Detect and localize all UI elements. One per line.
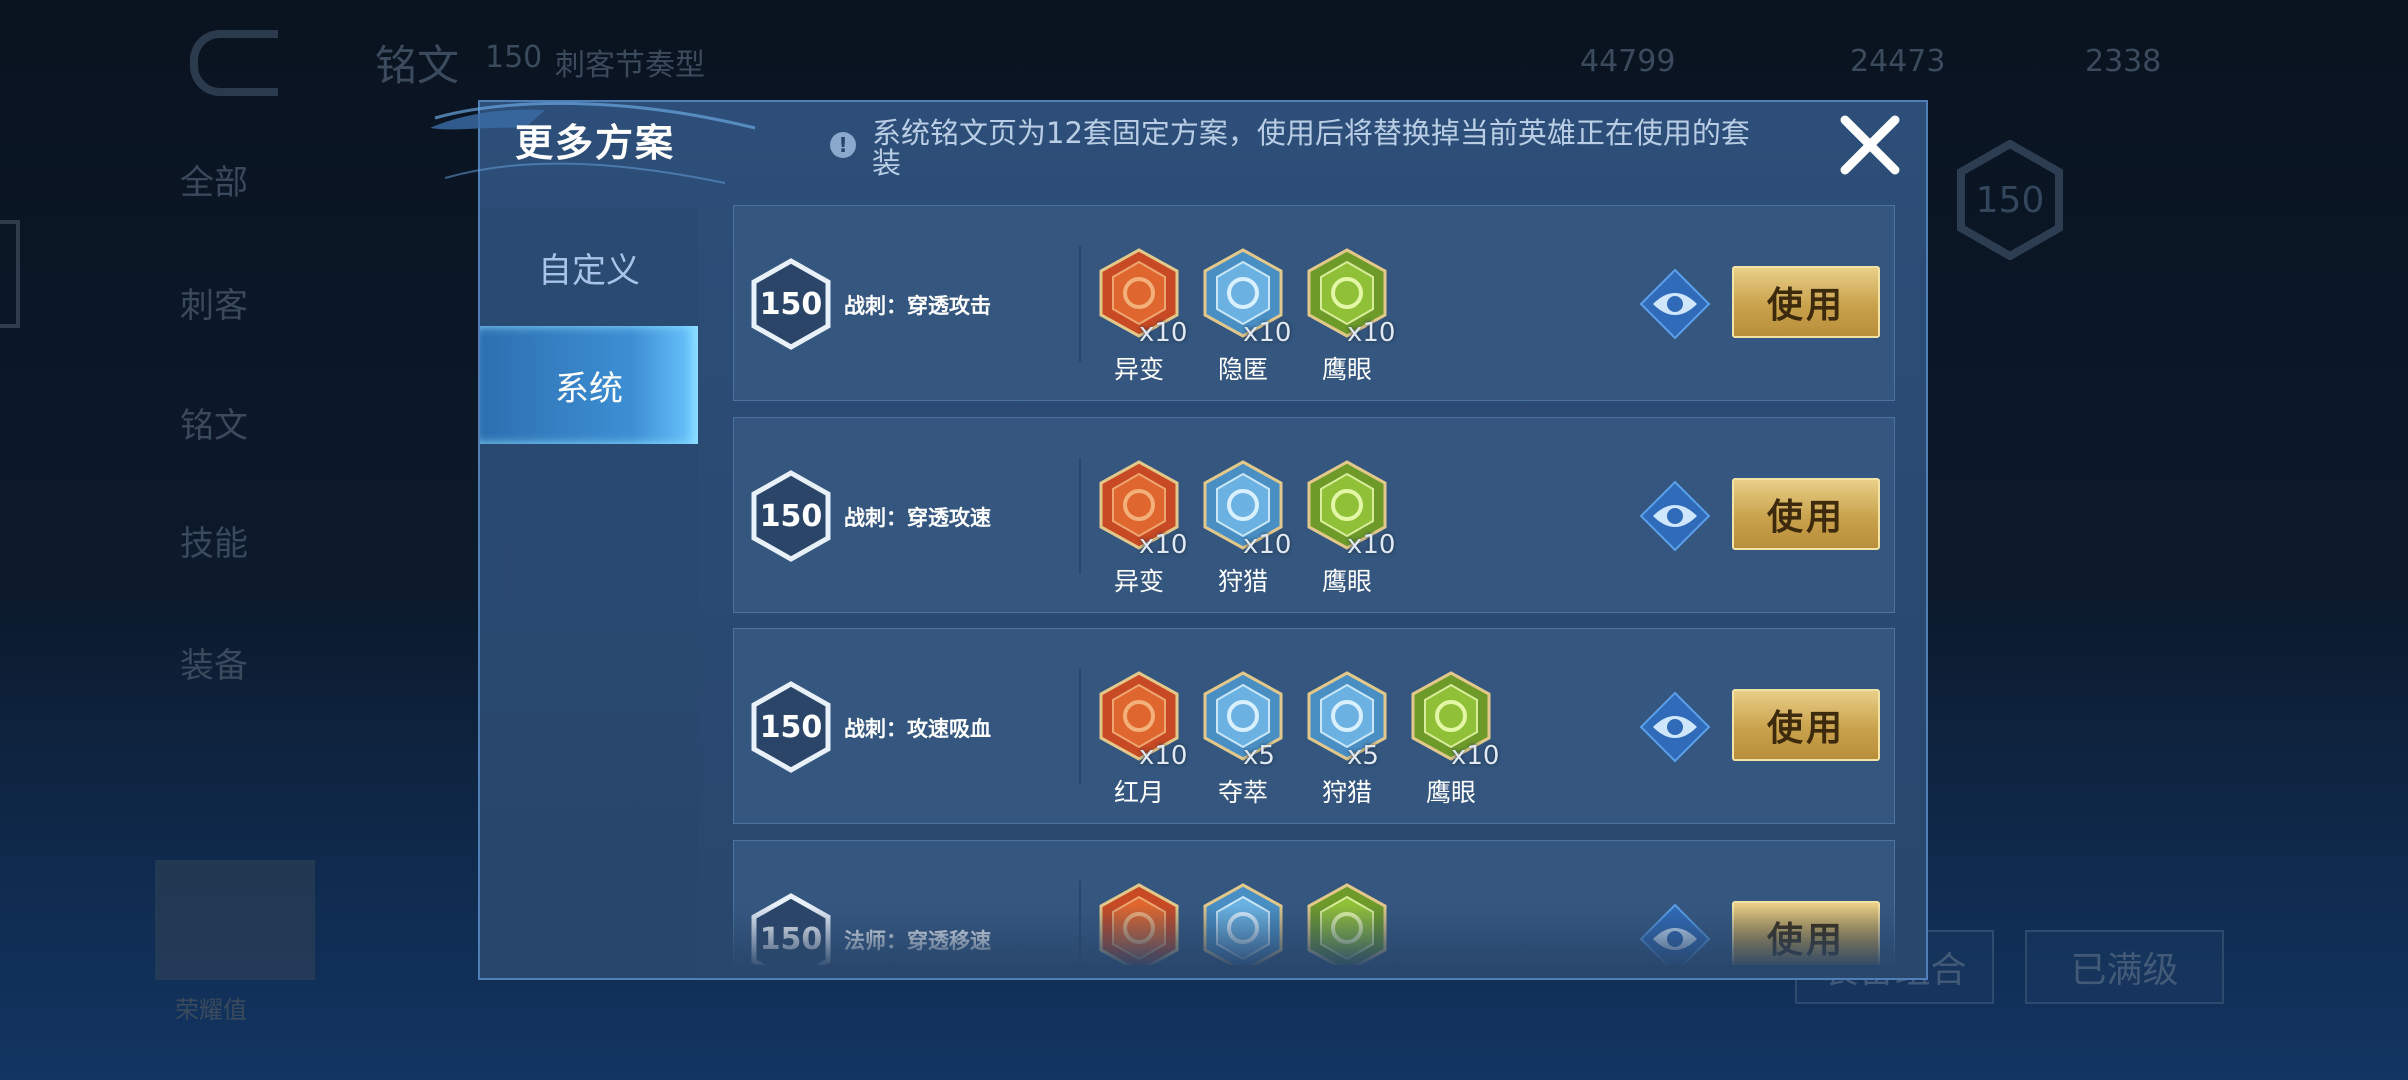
rune-count: x10	[1451, 741, 1500, 771]
bg-currency-2: 24473	[1850, 44, 1946, 79]
plan-name: 战刺：穿透攻击	[844, 294, 991, 318]
back-arrow-icon	[190, 30, 278, 96]
rune-count: x10	[1139, 530, 1188, 560]
rune-count: x10	[1347, 530, 1396, 560]
green-rune-icon	[1307, 883, 1387, 965]
bg-big-level: 150	[1976, 180, 2045, 221]
plan-level: 150	[760, 710, 823, 745]
rune-name: 狩猎	[1321, 778, 1372, 807]
bg-sidebar-item: 技能	[180, 524, 248, 564]
rune-count: x5	[1347, 741, 1379, 771]
modal-title: 更多方案	[515, 121, 676, 165]
rune-slot: x10 鹰眼	[1295, 248, 1399, 388]
plan-name: 战刺：攻速吸血	[844, 717, 991, 741]
rune-slot	[1087, 883, 1191, 965]
preview-eye-icon[interactable]	[1639, 268, 1711, 340]
rune-name: 红月	[1113, 778, 1164, 807]
rune-count: x10	[1243, 530, 1292, 560]
use-button[interactable]: 使用	[1732, 901, 1880, 965]
rune-count: x10	[1139, 318, 1188, 348]
rune-name: 鹰眼	[1321, 355, 1372, 384]
bg-scheme-level: 150	[485, 40, 543, 75]
bg-sidebar-item: 刺客	[180, 286, 248, 326]
rune-count: x10	[1139, 741, 1188, 771]
plan-level: 150	[760, 922, 823, 957]
level-hex-icon: 150	[751, 681, 831, 773]
rune-slot: x10 红月	[1087, 671, 1191, 811]
rune-count: x5	[1243, 741, 1275, 771]
rune-name: 异变	[1113, 355, 1164, 384]
rune-count: x10	[1243, 318, 1292, 348]
notice-text: 系统铭文页为12套固定方案，使用后将替换掉当前英雄正在使用的套装	[872, 116, 1750, 180]
rune-slot: x10 狩猎	[1191, 460, 1295, 600]
bg-left-tab	[0, 220, 20, 328]
rune-slot: x5 夺萃	[1191, 671, 1295, 811]
rune-slot: x10 隐匿	[1191, 248, 1295, 388]
rune-name: 狩猎	[1217, 567, 1268, 596]
bg-btn-right: 已满级	[2025, 930, 2224, 1004]
plan-row: 150 战刺：攻速吸血 x10 红月 x5 夺萃 x5 狩猎 x10 鹰眼 使用	[733, 628, 1895, 824]
bg-level-hex-icon: 150	[1957, 140, 2063, 260]
tab-system[interactable]: 系统	[480, 326, 698, 444]
plan-level: 150	[760, 499, 823, 534]
plan-row: 150 战刺：穿透攻击 x10 异变 x10 隐匿 x10 鹰眼 使用	[733, 205, 1895, 401]
bg-currency-3: 2338	[2085, 44, 2162, 79]
rune-name: 隐匿	[1217, 355, 1268, 384]
use-button[interactable]: 使用	[1732, 478, 1880, 550]
use-button[interactable]: 使用	[1732, 689, 1880, 761]
row-divider	[1079, 881, 1081, 965]
plan-name: 战刺：穿透攻速	[844, 506, 991, 530]
plan-list[interactable]: 150 战刺：穿透攻击 x10 异变 x10 隐匿 x10 鹰眼 使用 150 战刺：穿透攻速 x10…	[733, 205, 1895, 965]
preview-eye-icon[interactable]	[1639, 691, 1711, 763]
plan-row: 150 法师：穿透移速 使用	[733, 840, 1895, 965]
tab-custom[interactable]: 自定义	[480, 208, 698, 326]
rune-name: 鹰眼	[1321, 567, 1372, 596]
rune-slot: x10 鹰眼	[1295, 460, 1399, 600]
preview-eye-icon[interactable]	[1639, 480, 1711, 552]
bg-scheme-name: 刺客节奏型	[555, 48, 705, 83]
bg-page-title: 铭文	[375, 41, 460, 90]
level-hex-icon: 150	[751, 893, 831, 965]
plan-name: 法师：穿透移速	[844, 929, 991, 953]
preview-eye-icon[interactable]	[1639, 903, 1711, 965]
notice: ! 系统铭文页为12套固定方案，使用后将替换掉当前英雄正在使用的套装	[830, 118, 1750, 178]
rune-slot	[1191, 883, 1295, 965]
use-button[interactable]: 使用	[1732, 266, 1880, 338]
rune-slot	[1295, 883, 1399, 965]
row-divider	[1079, 246, 1081, 362]
rune-name: 异变	[1113, 567, 1164, 596]
bg-currency-1: 44799	[1580, 44, 1676, 79]
rune-name: 夺萃	[1217, 778, 1268, 807]
rune-slot: x10 异变	[1087, 248, 1191, 388]
rune-name: 鹰眼	[1425, 778, 1476, 807]
red-rune-icon	[1099, 883, 1179, 965]
level-hex-icon: 150	[751, 258, 831, 350]
rune-slot: x10 异变	[1087, 460, 1191, 600]
bg-sidebar-item: 装备	[180, 646, 248, 686]
plan-row: 150 战刺：穿透攻速 x10 异变 x10 狩猎 x10 鹰眼 使用	[733, 417, 1895, 613]
rune-slot: x10 鹰眼	[1399, 671, 1503, 811]
bg-hero-card	[155, 860, 315, 980]
level-hex-icon: 150	[751, 470, 831, 562]
blue-rune-icon	[1203, 883, 1283, 965]
rune-slot: x5 狩猎	[1295, 671, 1399, 811]
plan-level: 150	[760, 287, 823, 322]
bg-card-label: 荣耀值	[175, 996, 247, 1024]
rune-count: x10	[1347, 318, 1396, 348]
row-divider	[1079, 458, 1081, 574]
info-icon: !	[830, 132, 856, 158]
bg-sidebar-item: 全部	[180, 163, 248, 203]
bg-sidebar-item: 铭文	[180, 406, 248, 446]
close-icon[interactable]	[1835, 110, 1905, 180]
row-divider	[1079, 669, 1081, 785]
